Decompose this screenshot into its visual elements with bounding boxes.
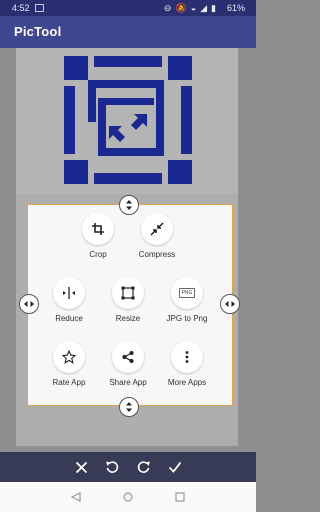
close-icon	[75, 461, 87, 473]
compress-icon	[150, 222, 164, 236]
resize-icon	[121, 286, 135, 300]
system-nav-bar	[0, 482, 256, 512]
home-button[interactable]	[121, 490, 135, 504]
recents-button[interactable]	[173, 490, 187, 504]
rotate-right-button[interactable]	[135, 458, 153, 476]
app-title: PicTool	[14, 24, 62, 39]
horizontal-resize-icon	[24, 301, 34, 307]
horizontal-resize-icon	[225, 301, 235, 307]
crop-handle-top[interactable]	[119, 195, 139, 215]
status-bar: 4:52 ⊖ 🔕 ◒ ◢ ▮ 61%	[0, 0, 256, 16]
more-apps-label: More Apps	[167, 378, 207, 387]
tool-panel: Crop Compress Reduce Resize PNG JPG to P…	[27, 204, 233, 406]
do-not-disturb-icon: ⊖	[163, 3, 172, 13]
vertical-resize-icon	[126, 200, 132, 210]
crop-handle-right[interactable]	[220, 294, 240, 314]
wifi-icon: ◒	[190, 3, 197, 13]
png-icon: PNG	[178, 288, 196, 298]
screenshot-notification-icon	[35, 4, 44, 12]
crop-handle-left[interactable]	[19, 294, 39, 314]
notification-muted-icon: 🔕	[175, 3, 187, 13]
battery-icon: ▮	[211, 3, 216, 13]
star-icon	[62, 350, 76, 364]
crop-icon	[92, 223, 104, 235]
battery-percent: 61%	[226, 3, 245, 13]
edit-action-bar	[0, 452, 256, 482]
check-icon	[168, 461, 182, 473]
crop-handle-bottom[interactable]	[119, 397, 139, 417]
compress-label: Compress	[138, 250, 176, 259]
app-bar: PicTool	[0, 16, 256, 48]
reduce-icon	[63, 287, 75, 299]
jpg-to-png-tool-button[interactable]: PNG JPG to Png	[147, 277, 227, 323]
back-button[interactable]	[69, 490, 83, 504]
more-apps-button[interactable]: More Apps	[147, 341, 227, 387]
more-vertical-icon	[185, 351, 189, 363]
compress-tool-button[interactable]: Compress	[117, 213, 197, 259]
rotate-left-icon	[106, 461, 119, 473]
rotate-right-icon	[137, 461, 150, 473]
jpg-to-png-label: JPG to Png	[166, 314, 208, 323]
cancel-button[interactable]	[72, 458, 90, 476]
vertical-resize-icon	[126, 402, 132, 412]
confirm-button[interactable]	[166, 458, 184, 476]
share-icon	[122, 351, 134, 363]
back-icon	[71, 492, 81, 502]
signal-icon: ◢	[200, 3, 208, 13]
rotate-left-button[interactable]	[103, 458, 121, 476]
recents-icon	[175, 492, 185, 502]
home-icon	[123, 492, 133, 502]
status-time: 4:52	[12, 3, 30, 13]
pictool-logo-icon	[64, 56, 192, 184]
